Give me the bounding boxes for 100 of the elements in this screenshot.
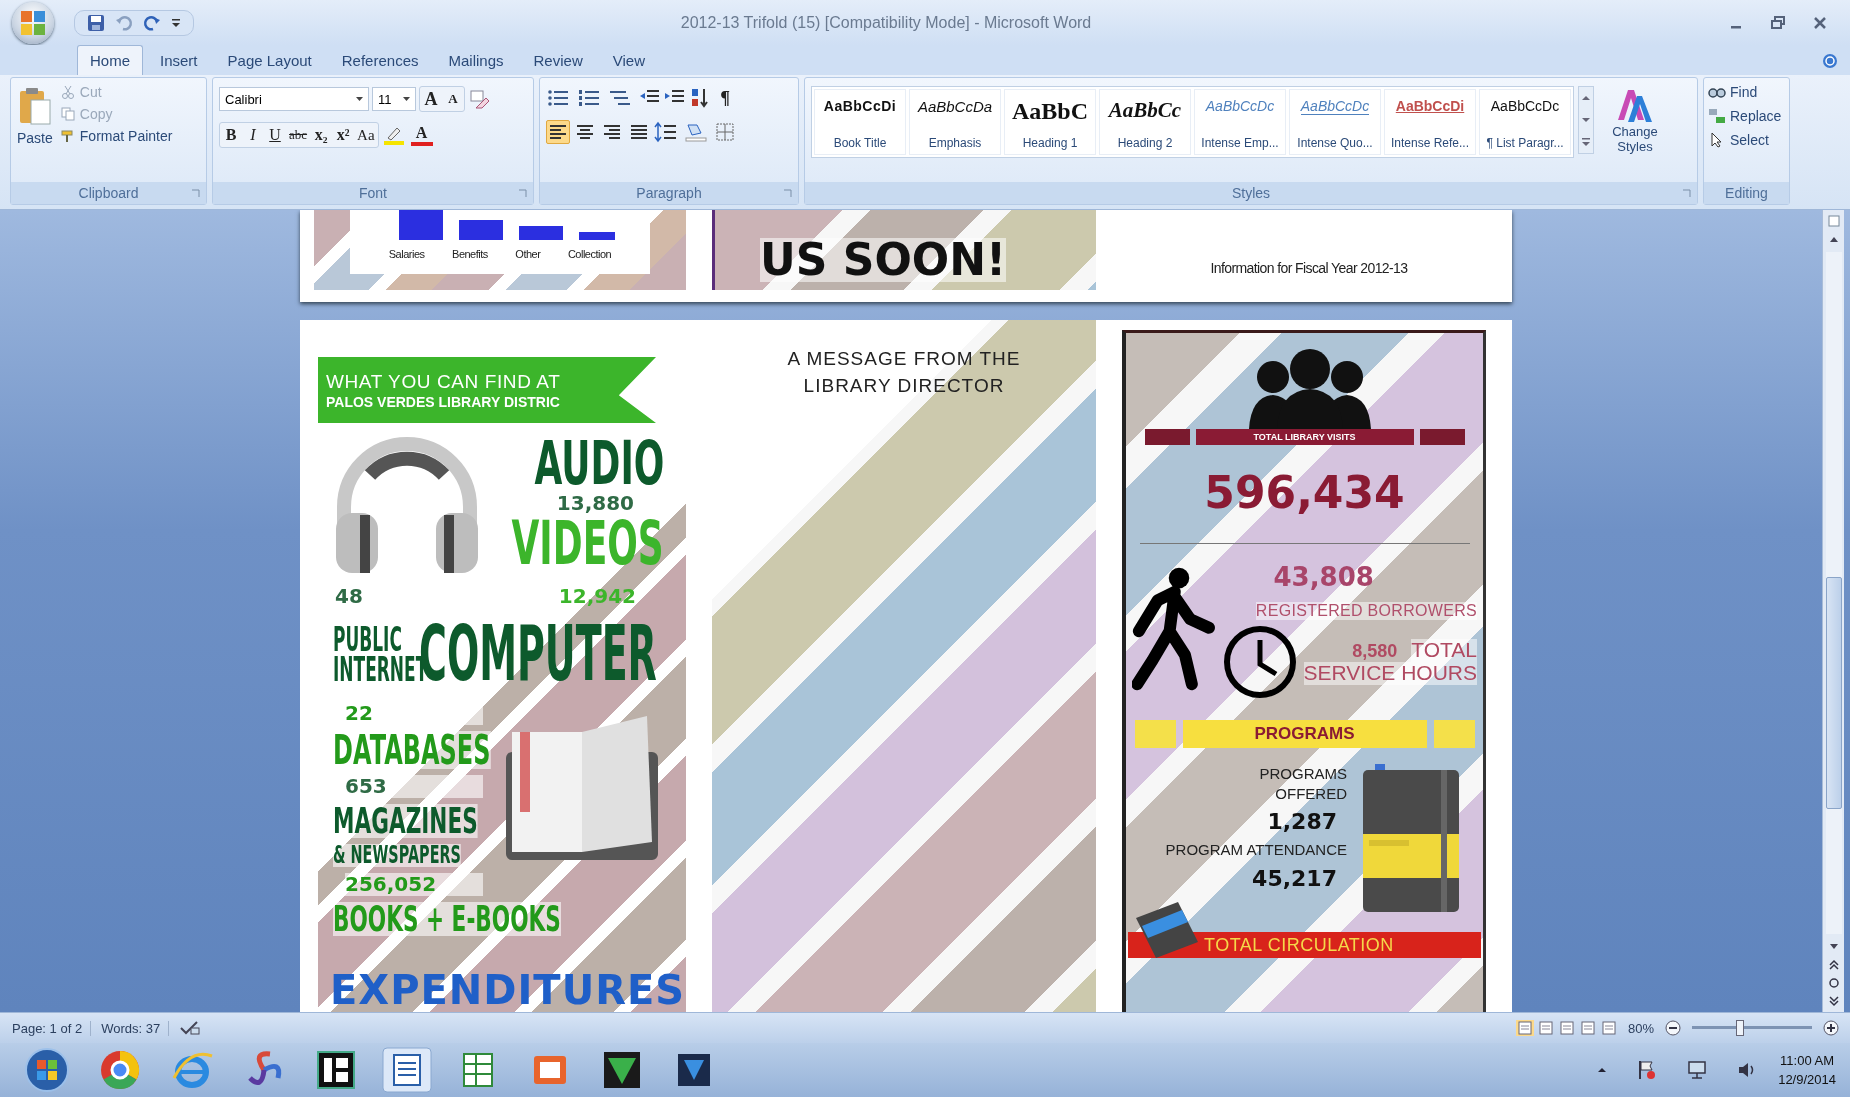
document-app-icon[interactable]: [382, 1047, 432, 1093]
stat-label: & NEWSPAPERS: [333, 844, 461, 868]
style-swatch[interactable]: AaBbCcDi Intense Refe...: [1384, 89, 1476, 155]
style-swatch[interactable]: AaBbCcDc ¶ List Paragr...: [1479, 89, 1571, 155]
network-icon[interactable]: [1686, 1059, 1709, 1081]
redo-icon[interactable]: [143, 13, 161, 32]
style-swatch[interactable]: AaBbCc Heading 2: [1099, 89, 1191, 155]
font-size-field[interactable]: 11: [372, 87, 416, 111]
italic-button[interactable]: I: [242, 123, 264, 147]
style-swatch[interactable]: AaBbC Heading 1: [1004, 89, 1096, 155]
style-swatch[interactable]: AaBbCcDa Emphasis: [909, 89, 1001, 155]
proofing-icon[interactable]: [179, 1020, 202, 1036]
sort-icon[interactable]: [689, 87, 711, 109]
stat-label: VIDEOS: [511, 515, 664, 572]
stat-label: MAGAZINES: [333, 804, 478, 839]
stat-label: PROGRAM ATTENDANCE: [1165, 840, 1347, 860]
stat-value: 12,942: [558, 585, 636, 608]
strike-button[interactable]: abc: [286, 123, 311, 147]
start-button[interactable]: [24, 1047, 70, 1093]
format-painter-button[interactable]: Format Painter: [60, 128, 173, 144]
round-logo-icon[interactable]: [98, 1048, 142, 1092]
replace-button[interactable]: Replace: [1708, 108, 1785, 124]
group-label: Clipboard: [78, 185, 139, 201]
ribbon-tab[interactable]: Mailings: [435, 45, 517, 75]
bold-button[interactable]: B: [220, 123, 242, 147]
change-styles-button[interactable]: Change Styles: [1602, 86, 1668, 154]
view-mode-icon[interactable]: [1599, 1020, 1618, 1036]
zoom-in-icon[interactable]: [1822, 1019, 1840, 1037]
stat-value: 13,880: [556, 492, 634, 515]
grid-app-icon[interactable]: [314, 1048, 358, 1092]
stat-label: SERVICE HOURS: [1303, 662, 1477, 685]
zoom-level[interactable]: 80%: [1627, 1020, 1654, 1036]
stat-label: PROGRAMS OFFERED: [1258, 764, 1347, 803]
view-mode-icon[interactable]: [1515, 1020, 1534, 1036]
stat-value: 45,217: [1252, 865, 1337, 891]
headline: US SOON!: [760, 238, 1007, 282]
style-swatch[interactable]: AaBbCcDi Book Title: [814, 89, 906, 155]
office-button[interactable]: [12, 1, 54, 44]
section-heading: A MESSAGE FROM THE LIBRARY DIRECTOR: [786, 347, 1022, 398]
underline-button[interactable]: U: [264, 123, 286, 147]
align-left-button[interactable]: [546, 120, 570, 144]
close-icon[interactable]: [1812, 14, 1828, 31]
group-label: Font: [359, 185, 387, 201]
help-icon[interactable]: [1822, 53, 1838, 69]
slider-thumb[interactable]: [1736, 1020, 1744, 1036]
grow-font-button[interactable]: A: [420, 87, 442, 111]
dropdown-arrow-icon[interactable]: [171, 16, 181, 29]
group-label: Editing: [1725, 185, 1768, 201]
chart-label: Collection: [567, 248, 612, 260]
view-mode-icon[interactable]: [1578, 1020, 1597, 1036]
banner-text: WHAT YOU CAN FIND AT: [326, 371, 561, 391]
notebook-icon: [1361, 764, 1461, 914]
case-button[interactable]: Aa: [354, 123, 378, 147]
chart-label: Other: [515, 248, 541, 260]
clock-icon: [1221, 624, 1298, 700]
stat-label: AUDIO: [534, 435, 664, 492]
show-marks-button[interactable]: ¶: [714, 86, 736, 110]
style-swatch[interactable]: AaBbCcDc Intense Emp...: [1194, 89, 1286, 155]
stat-value: 596,434: [1204, 471, 1405, 515]
superscript-button[interactable]: x²: [332, 123, 355, 147]
clear-formatting-icon[interactable]: [468, 88, 490, 110]
find-button[interactable]: Find: [1708, 84, 1785, 100]
chart-label: Salaries: [388, 248, 425, 260]
scroll-thumb[interactable]: [1825, 577, 1842, 809]
caret-icon: [403, 96, 410, 102]
chart-label: Benefits: [452, 248, 488, 260]
font-name-field[interactable]: Calibri: [219, 87, 369, 111]
shrink-font-button[interactable]: A: [442, 87, 464, 111]
view-mode-icon[interactable]: [1557, 1020, 1576, 1036]
ribbon-tab[interactable]: Review: [520, 45, 596, 75]
font-color-button[interactable]: A: [410, 124, 433, 146]
banner-text: TOTAL CIRCULATION: [1204, 934, 1394, 956]
next-page-icon[interactable]: [1826, 994, 1841, 1008]
style-swatch[interactable]: AaBbCcDc Intense Quo...: [1289, 89, 1381, 155]
word-count[interactable]: Words: 37: [101, 1020, 170, 1036]
clock-time: 11:00 AM: [1780, 1053, 1835, 1068]
replace-icon: [1708, 108, 1726, 124]
subscript-button[interactable]: x₂: [310, 123, 333, 147]
ribbon-tab[interactable]: Insert: [147, 45, 211, 75]
ribbon-tab[interactable]: Home: [77, 45, 143, 75]
zoom-out-icon[interactable]: [1664, 1019, 1682, 1037]
restore-icon[interactable]: [1770, 14, 1786, 31]
paintbrush-icon: [60, 129, 75, 143]
save-icon[interactable]: [87, 13, 105, 32]
clock[interactable]: 11:00 AM 12/9/2014: [1778, 1053, 1836, 1087]
ribbon-tab[interactable]: View: [599, 45, 658, 75]
select-button[interactable]: Select: [1708, 132, 1785, 148]
stat-label: BOOKS + E-BOOKS: [333, 902, 561, 937]
vertical-scrollbar[interactable]: [1822, 210, 1844, 1012]
banner-text: PROGRAMS: [1254, 724, 1355, 744]
scissors-icon: [60, 85, 75, 99]
browse-object-icon[interactable]: [1826, 976, 1841, 990]
page-count[interactable]: Page: 1 of 2: [12, 1020, 92, 1036]
ribbon-tab[interactable]: References: [328, 45, 432, 75]
paste-button[interactable]: Paste: [15, 84, 55, 176]
clipboard-icon: [17, 86, 52, 126]
view-mode-icon[interactable]: [1536, 1020, 1555, 1036]
ribbon-tab[interactable]: Page Layout: [214, 45, 325, 75]
caption: Information for Fiscal Year 2012-13: [1210, 260, 1408, 276]
window-title: 2012-13 Trifold (15) [Compatibility Mode] - Microsoft Word: [679, 13, 1093, 32]
